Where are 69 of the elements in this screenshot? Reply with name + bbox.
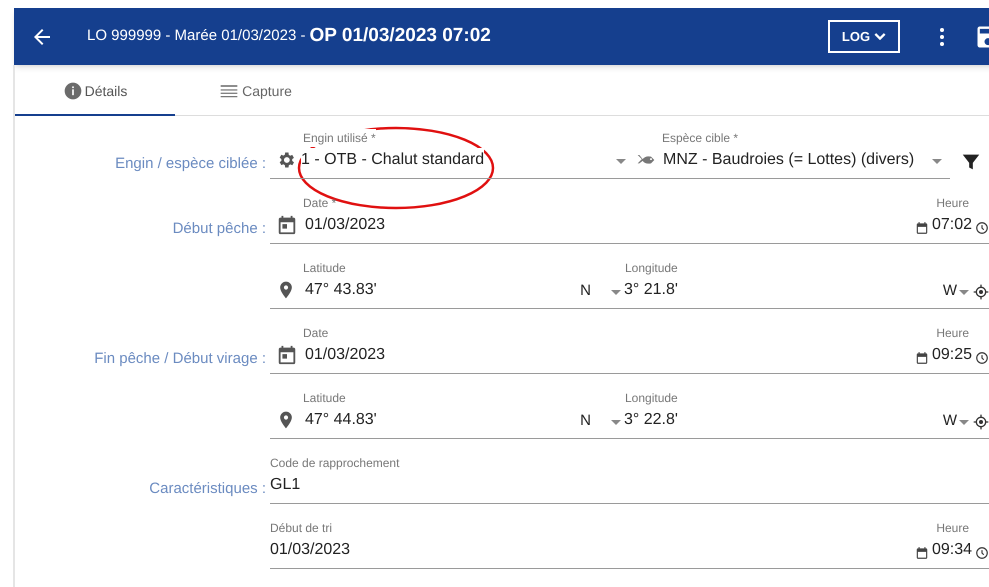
- dropdown-caret-icon: [959, 290, 969, 295]
- hemisphere-value: N: [580, 280, 591, 300]
- field-label: Date: [303, 325, 328, 342]
- gear-select[interactable]: Engin utilisé * 1 - OTB - Chalut standard: [270, 126, 630, 179]
- time-field[interactable]: Heure 07:02: [899, 191, 989, 244]
- breadcrumb-text: LO 999999 - Marée 01/03/2023 -: [87, 26, 306, 46]
- calendar-icon: [276, 344, 298, 366]
- field-value: 3° 21.8': [624, 280, 678, 300]
- calendar-icon: [276, 214, 298, 236]
- longitude-field[interactable]: Longitude 3° 22.8' W: [605, 386, 989, 439]
- hemisphere-value: N: [580, 410, 591, 430]
- calendar-icon: [914, 546, 929, 560]
- field-value: 07:02: [932, 215, 972, 235]
- clock-icon: [975, 351, 989, 365]
- field-value: MNZ - Baudroies (= Lottes) (divers): [663, 150, 914, 170]
- dropdown-caret-icon: [932, 159, 942, 164]
- dropdown-caret-icon: [611, 290, 621, 295]
- field-value: 01/03/2023: [305, 345, 386, 365]
- section-label: Début pêche :: [172, 219, 266, 238]
- field-value: GL1: [270, 475, 300, 495]
- field-label: Latitude: [303, 390, 346, 407]
- locate-icon[interactable]: [973, 284, 989, 300]
- section-label: Fin pêche / Début virage :: [94, 349, 266, 368]
- field-label: Début de tri: [270, 520, 332, 537]
- page-title: OP 01/03/2023 07:02: [309, 24, 491, 48]
- latitude-field[interactable]: Latitude 47° 43.83' N: [270, 256, 605, 309]
- calendar-icon: [914, 221, 929, 235]
- caret-icon: [874, 33, 886, 40]
- field-value: 01/03/2023: [305, 215, 386, 235]
- field-value: 01/03/2023: [270, 540, 350, 560]
- field-label: Latitude: [303, 260, 346, 277]
- text-field[interactable]: Code de rapprochement GL1: [270, 451, 989, 504]
- hemisphere-value: W: [942, 280, 957, 300]
- calendar-icon: [914, 351, 929, 365]
- section-label: Caractéristiques :: [149, 479, 266, 498]
- field-value: 09:34: [932, 540, 972, 560]
- field-label: Espèce cible *: [662, 130, 738, 147]
- tab[interactable]: Détails: [15, 68, 175, 116]
- dropdown-caret-icon: [616, 159, 626, 164]
- field-label: Code de rapprochement: [270, 455, 400, 472]
- latitude-field[interactable]: Latitude 47° 44.83' N: [270, 386, 605, 439]
- dropdown-caret-icon: [959, 420, 969, 425]
- field-label: Date *: [303, 195, 336, 212]
- field-value: 09:25: [932, 345, 972, 365]
- locate-icon[interactable]: [973, 414, 989, 430]
- species-select[interactable]: Espèce cible * MNZ - Baudroies (= Lottes) (divers): [630, 126, 950, 179]
- field-label: Heure: [936, 195, 969, 212]
- date-field[interactable]: Date * 01/03/2023: [270, 191, 899, 244]
- date-field[interactable]: Date 01/03/2023: [270, 321, 899, 374]
- longitude-field[interactable]: Longitude 3° 21.8' W: [605, 256, 989, 309]
- time-field[interactable]: Heure 09:34: [899, 516, 989, 569]
- section-label: Engin / espèce ciblée :: [115, 154, 266, 173]
- time-field[interactable]: Heure 09:25: [899, 321, 989, 374]
- field-label: Engin utilisé *: [303, 129, 376, 147]
- dropdown-caret-icon: [611, 420, 621, 425]
- tab[interactable]: Capture: [175, 68, 335, 116]
- clock-icon: [975, 221, 989, 235]
- hemisphere-value: W: [942, 410, 957, 430]
- field-label: Heure: [936, 520, 969, 537]
- info-icon: [62, 81, 83, 101]
- field-value: 3° 22.8': [624, 410, 678, 430]
- field-value: 47° 43.83': [305, 280, 377, 300]
- field-label: Longitude: [625, 390, 678, 407]
- clock-icon: [975, 546, 989, 560]
- date-field[interactable]: Début de tri 01/03/2023: [270, 516, 899, 569]
- field-label: Heure: [936, 325, 969, 342]
- log-button[interactable]: LOG: [828, 20, 900, 53]
- field-value: 47° 44.83': [305, 410, 377, 430]
- field-label: Longitude: [625, 260, 678, 277]
